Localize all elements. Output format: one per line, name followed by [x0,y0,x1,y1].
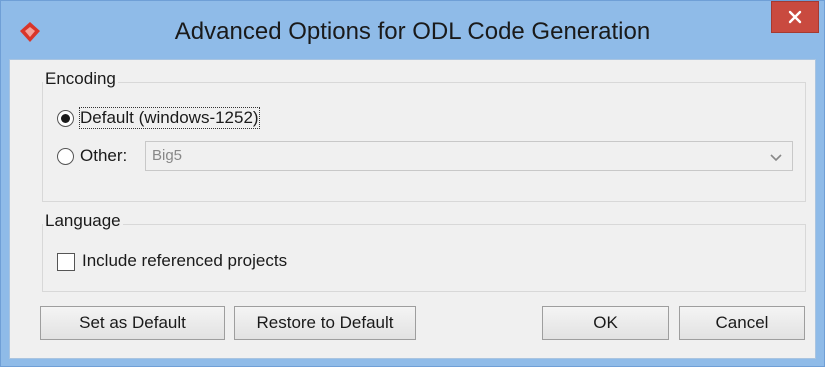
set-as-default-button[interactable]: Set as Default [40,306,225,340]
other-encoding-radio[interactable] [57,148,74,165]
other-encoding-label[interactable]: Other: [80,146,127,166]
restore-to-default-button[interactable]: Restore to Default [234,306,416,340]
encoding-group-label: Encoding [43,69,118,89]
default-encoding-label[interactable]: Default (windows-1252) [79,107,260,129]
title-bar[interactable]: Advanced Options for ODL Code Generation [1,1,824,59]
close-icon [788,10,802,24]
dialog-window: Advanced Options for ODL Code Generation… [0,0,825,367]
window-title: Advanced Options for ODL Code Generation [174,18,651,45]
include-referenced-label[interactable]: Include referenced projects [82,251,287,271]
chevron-down-icon [770,150,782,168]
other-encoding-select[interactable]: Big5 [145,141,793,171]
dialog-body: Encoding Default (windows-1252) Other: B… [9,59,816,359]
ok-button[interactable]: OK [542,306,669,340]
radio-selected-dot [61,114,70,123]
close-button[interactable] [771,1,819,33]
cancel-button[interactable]: Cancel [679,306,805,340]
include-referenced-checkbox[interactable] [57,253,75,271]
default-encoding-radio[interactable] [57,110,74,127]
language-group-label: Language [43,211,123,231]
other-encoding-value: Big5 [152,147,183,164]
